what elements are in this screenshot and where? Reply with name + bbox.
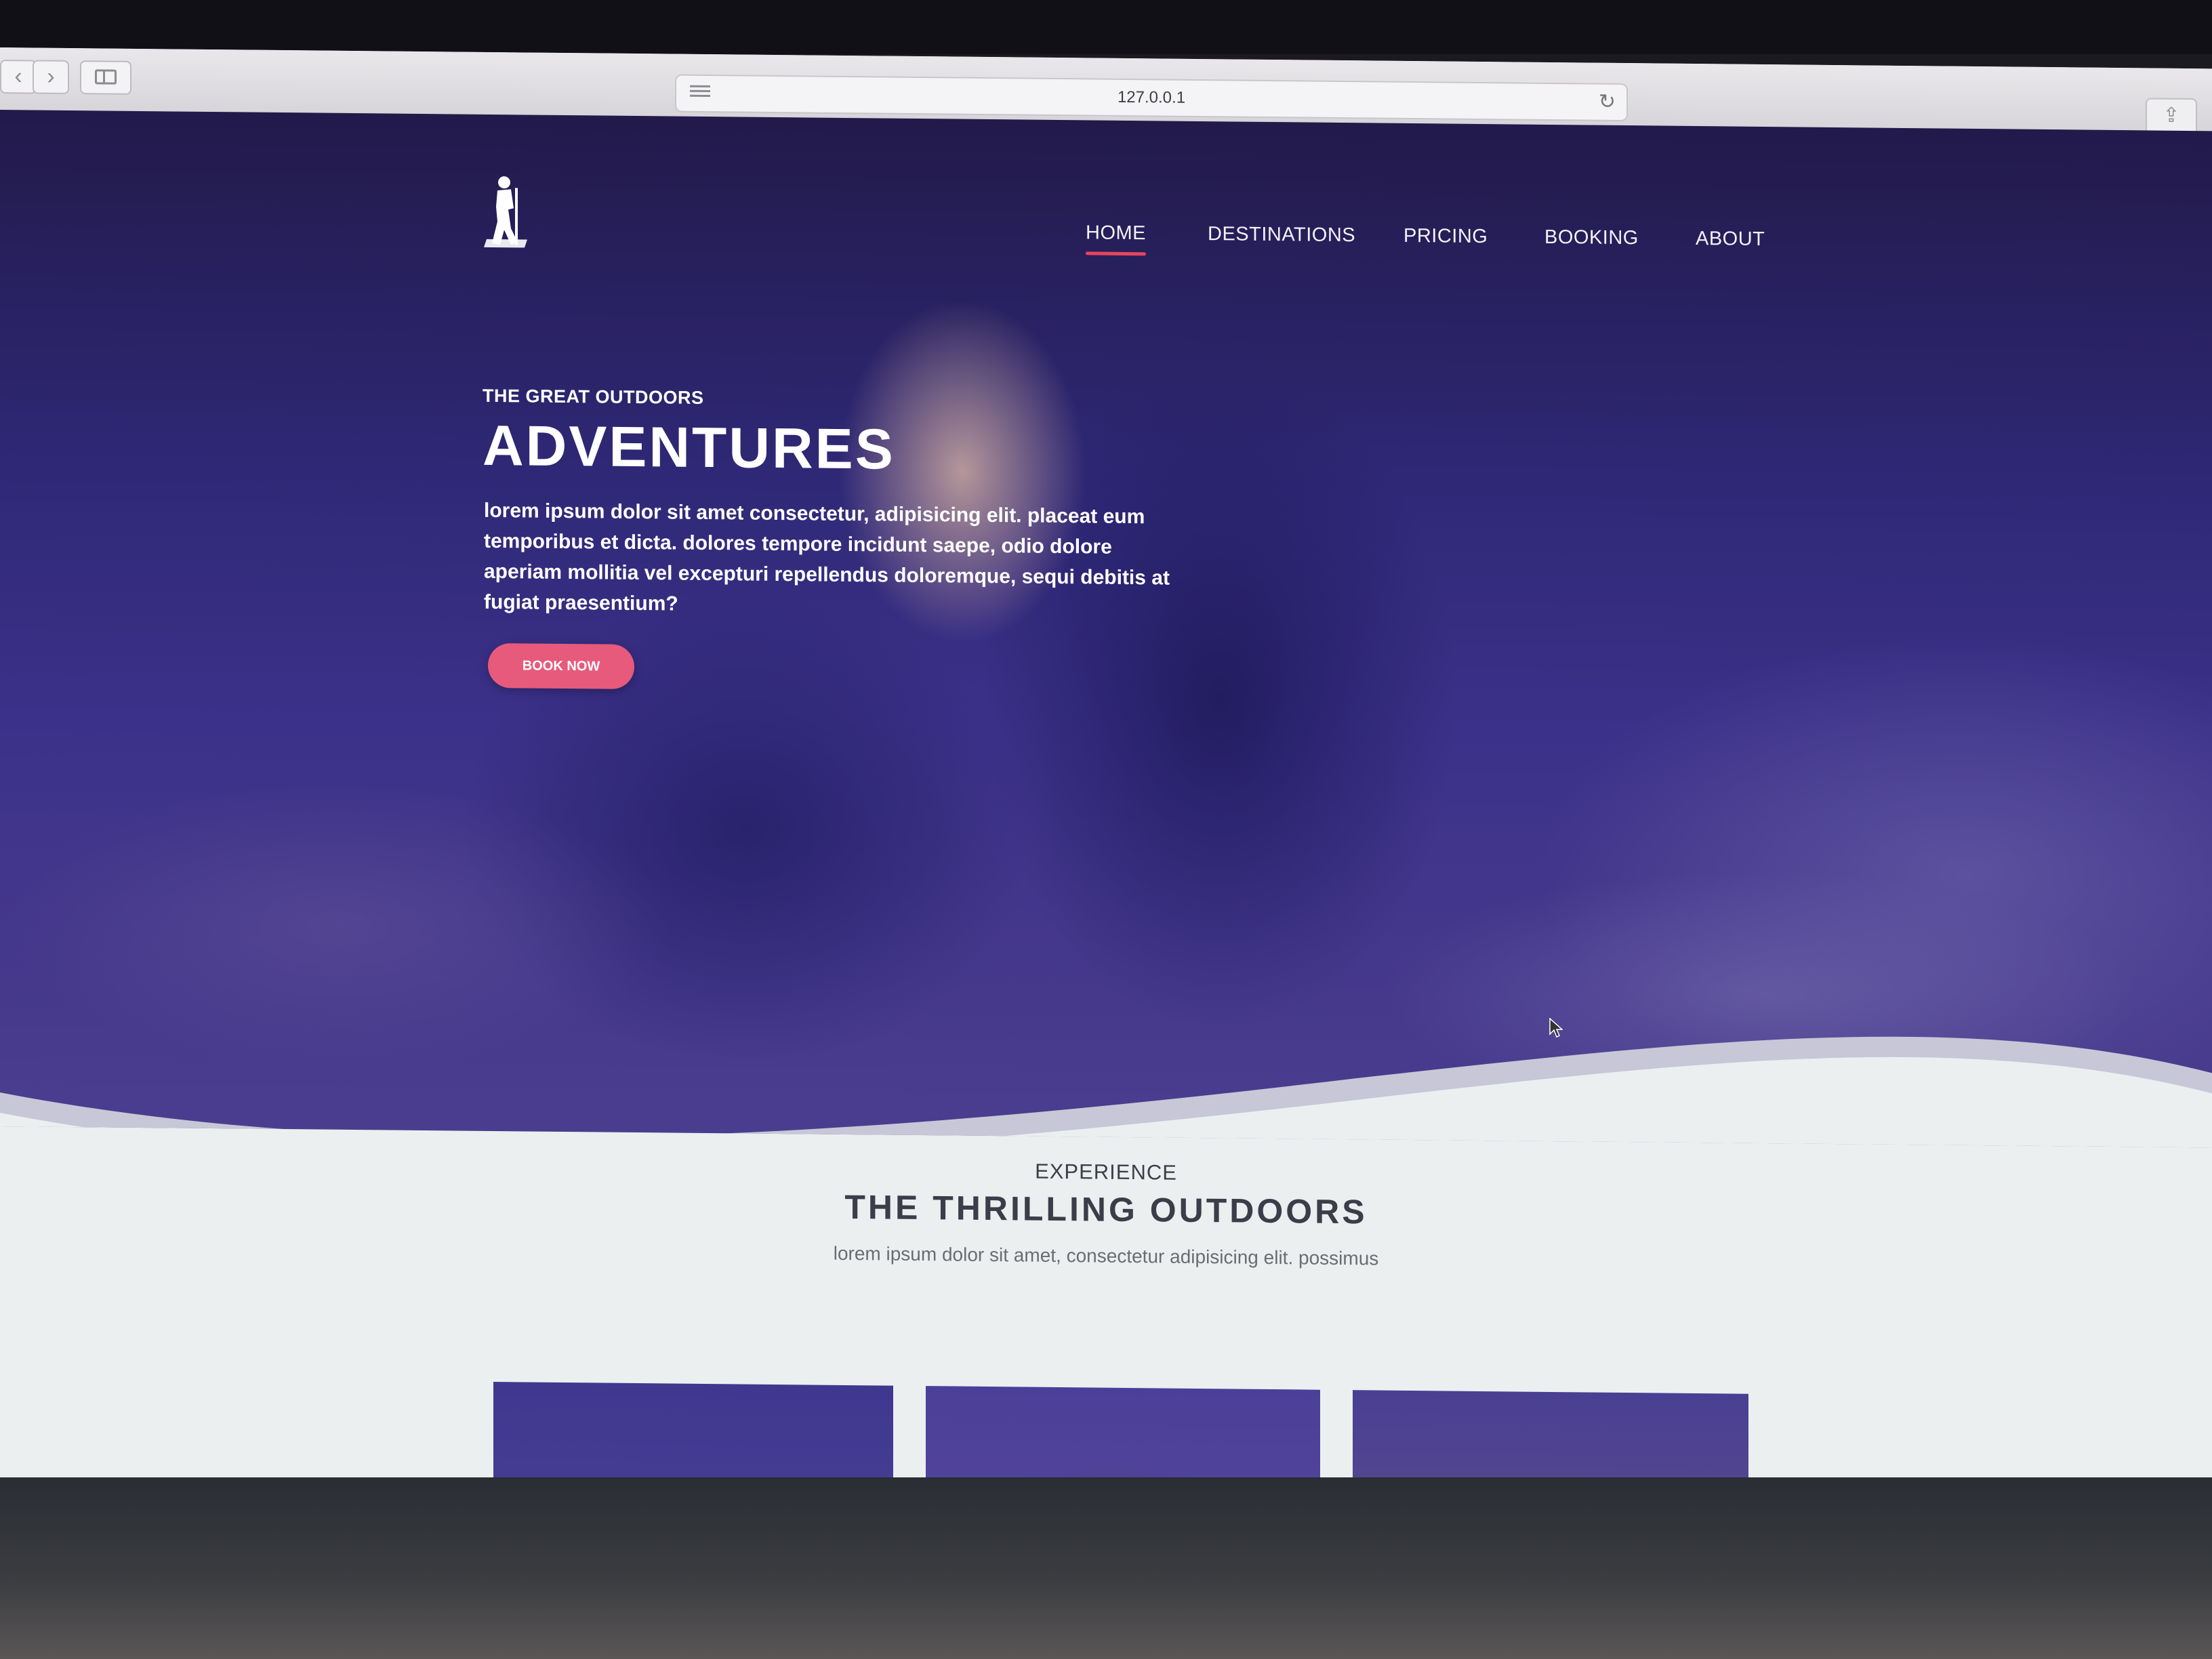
share-button[interactable]: ⇪ bbox=[2146, 98, 2197, 136]
nav-destinations[interactable]: DESTINATIONS bbox=[1208, 223, 1355, 247]
nav-home[interactable]: HOME bbox=[1086, 222, 1146, 245]
book-now-button[interactable]: BOOK NOW bbox=[488, 642, 634, 689]
nav-about[interactable]: ABOUT bbox=[1696, 228, 1765, 251]
experience-subtitle: lorem ipsum dolor sit amet, consectetur … bbox=[833, 1242, 1379, 1269]
nav-pricing[interactable]: PRICING bbox=[1404, 225, 1488, 248]
share-icon: ⇪ bbox=[2163, 104, 2180, 127]
address-bar[interactable]: 127.0.0.1 ↻ bbox=[675, 74, 1628, 122]
hero-description: lorem ipsum dolor sit amet consectetur, … bbox=[484, 499, 1170, 615]
forward-button[interactable]: › bbox=[33, 60, 69, 94]
wave-divider bbox=[0, 1036, 2212, 1148]
nav-booking[interactable]: BOOKING bbox=[1544, 226, 1639, 249]
hiker-icon[interactable] bbox=[480, 174, 531, 249]
back-button[interactable]: ‹ bbox=[0, 60, 37, 94]
hero-title: ADVENTURES bbox=[483, 413, 895, 481]
monitor-top-bezel bbox=[0, 0, 2212, 54]
hero-eyebrow: THE GREAT OUTDOORS bbox=[483, 385, 704, 408]
hero-section: HOME DESTINATIONS PRICING BOOKING ABOUT … bbox=[0, 110, 2212, 1148]
mouse-cursor-icon bbox=[1549, 1017, 1563, 1038]
monitor-bottom-bezel bbox=[0, 1477, 2212, 1659]
url-text: 127.0.0.1 bbox=[1117, 87, 1186, 107]
sidebar-toggle-button[interactable] bbox=[80, 60, 131, 95]
chevron-left-icon: ‹ bbox=[14, 63, 22, 89]
browser-window: ‹ › 127.0.0.1 ↻ ⇪ HOME DESTINATIONS PRIC… bbox=[0, 47, 2212, 1513]
reload-icon[interactable]: ↻ bbox=[1599, 90, 1616, 114]
chevron-right-icon: › bbox=[47, 63, 55, 89]
